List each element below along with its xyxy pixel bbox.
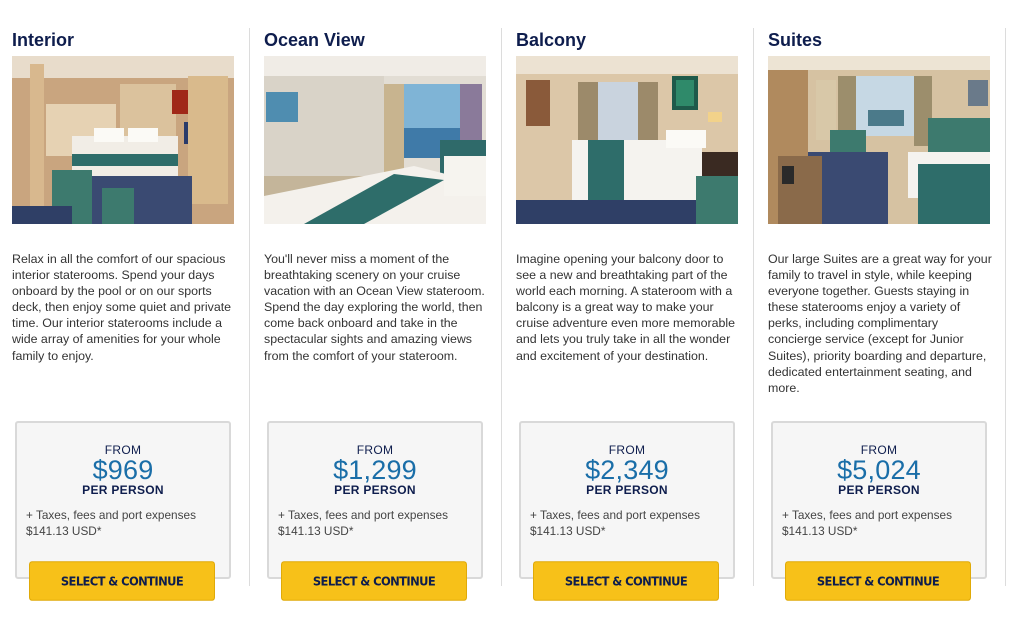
stateroom-card-balcony: Balcony Imagine opening your balcony doo… [504,0,756,624]
stateroom-card-interior: Interior Relax in all the comfort of our… [0,0,252,624]
taxes-amount: $141.13 USD* [26,524,102,538]
stateroom-photo-interior [12,56,234,224]
per-person-label: PER PERSON [334,483,416,497]
card-title: Ocean View [264,30,365,50]
taxes-note: + Taxes, fees and port expenses $141.13 … [278,507,478,539]
stateroom-card-suites: Suites Our large Suites are a great way … [756,0,1008,624]
stateroom-photo-balcony [516,56,738,224]
price-box: FROM $2,349 PER PERSON + Taxes, fees and… [519,421,735,579]
taxes-note: + Taxes, fees and port expenses $141.13 … [26,507,226,539]
card-description: Relax in all the comfort of our spacious… [12,252,232,363]
price-value: $1,299 [333,455,417,485]
price-value: $2,349 [585,455,669,485]
select-continue-button[interactable]: SELECT & CONTINUE [29,561,215,601]
taxes-note: + Taxes, fees and port expenses $141.13 … [782,507,982,539]
card-title: Balcony [516,30,587,50]
stateroom-photo-ocean-view [264,56,486,224]
select-continue-button[interactable]: SELECT & CONTINUE [533,561,719,601]
per-person-label: PER PERSON [82,483,164,497]
stateroom-photo-suites [768,56,990,224]
per-person-label: PER PERSON [838,483,920,497]
column-divider [1005,28,1006,586]
card-description: Our large Suites are a great way for you… [768,252,992,395]
column-divider [753,28,754,586]
stateroom-card-ocean-view: Ocean View You'll never miss a moment of… [252,0,504,624]
price-box: FROM $969 PER PERSON + Taxes, fees and p… [15,421,231,579]
column-divider [249,28,250,586]
taxes-note: + Taxes, fees and port expenses $141.13 … [530,507,730,539]
taxes-line: + Taxes, fees and port expenses [278,508,448,522]
price-box: FROM $1,299 PER PERSON + Taxes, fees and… [267,421,483,579]
price-value: $969 [92,455,154,485]
taxes-amount: $141.13 USD* [530,524,606,538]
taxes-amount: $141.13 USD* [278,524,354,538]
card-description: Imagine opening your balcony door to see… [516,252,736,363]
select-continue-button[interactable]: SELECT & CONTINUE [785,561,971,601]
per-person-label: PER PERSON [586,483,668,497]
card-description: You'll never miss a moment of the breath… [264,252,485,363]
taxes-line: + Taxes, fees and port expenses [782,508,952,522]
card-title: Suites [768,30,823,50]
price-box: FROM $5,024 PER PERSON + Taxes, fees and… [771,421,987,579]
price-value: $5,024 [837,455,921,485]
taxes-line: + Taxes, fees and port expenses [26,508,196,522]
column-divider [501,28,502,586]
taxes-amount: $141.13 USD* [782,524,858,538]
card-title: Interior [12,30,75,50]
select-continue-button[interactable]: SELECT & CONTINUE [281,561,467,601]
taxes-line: + Taxes, fees and port expenses [530,508,700,522]
